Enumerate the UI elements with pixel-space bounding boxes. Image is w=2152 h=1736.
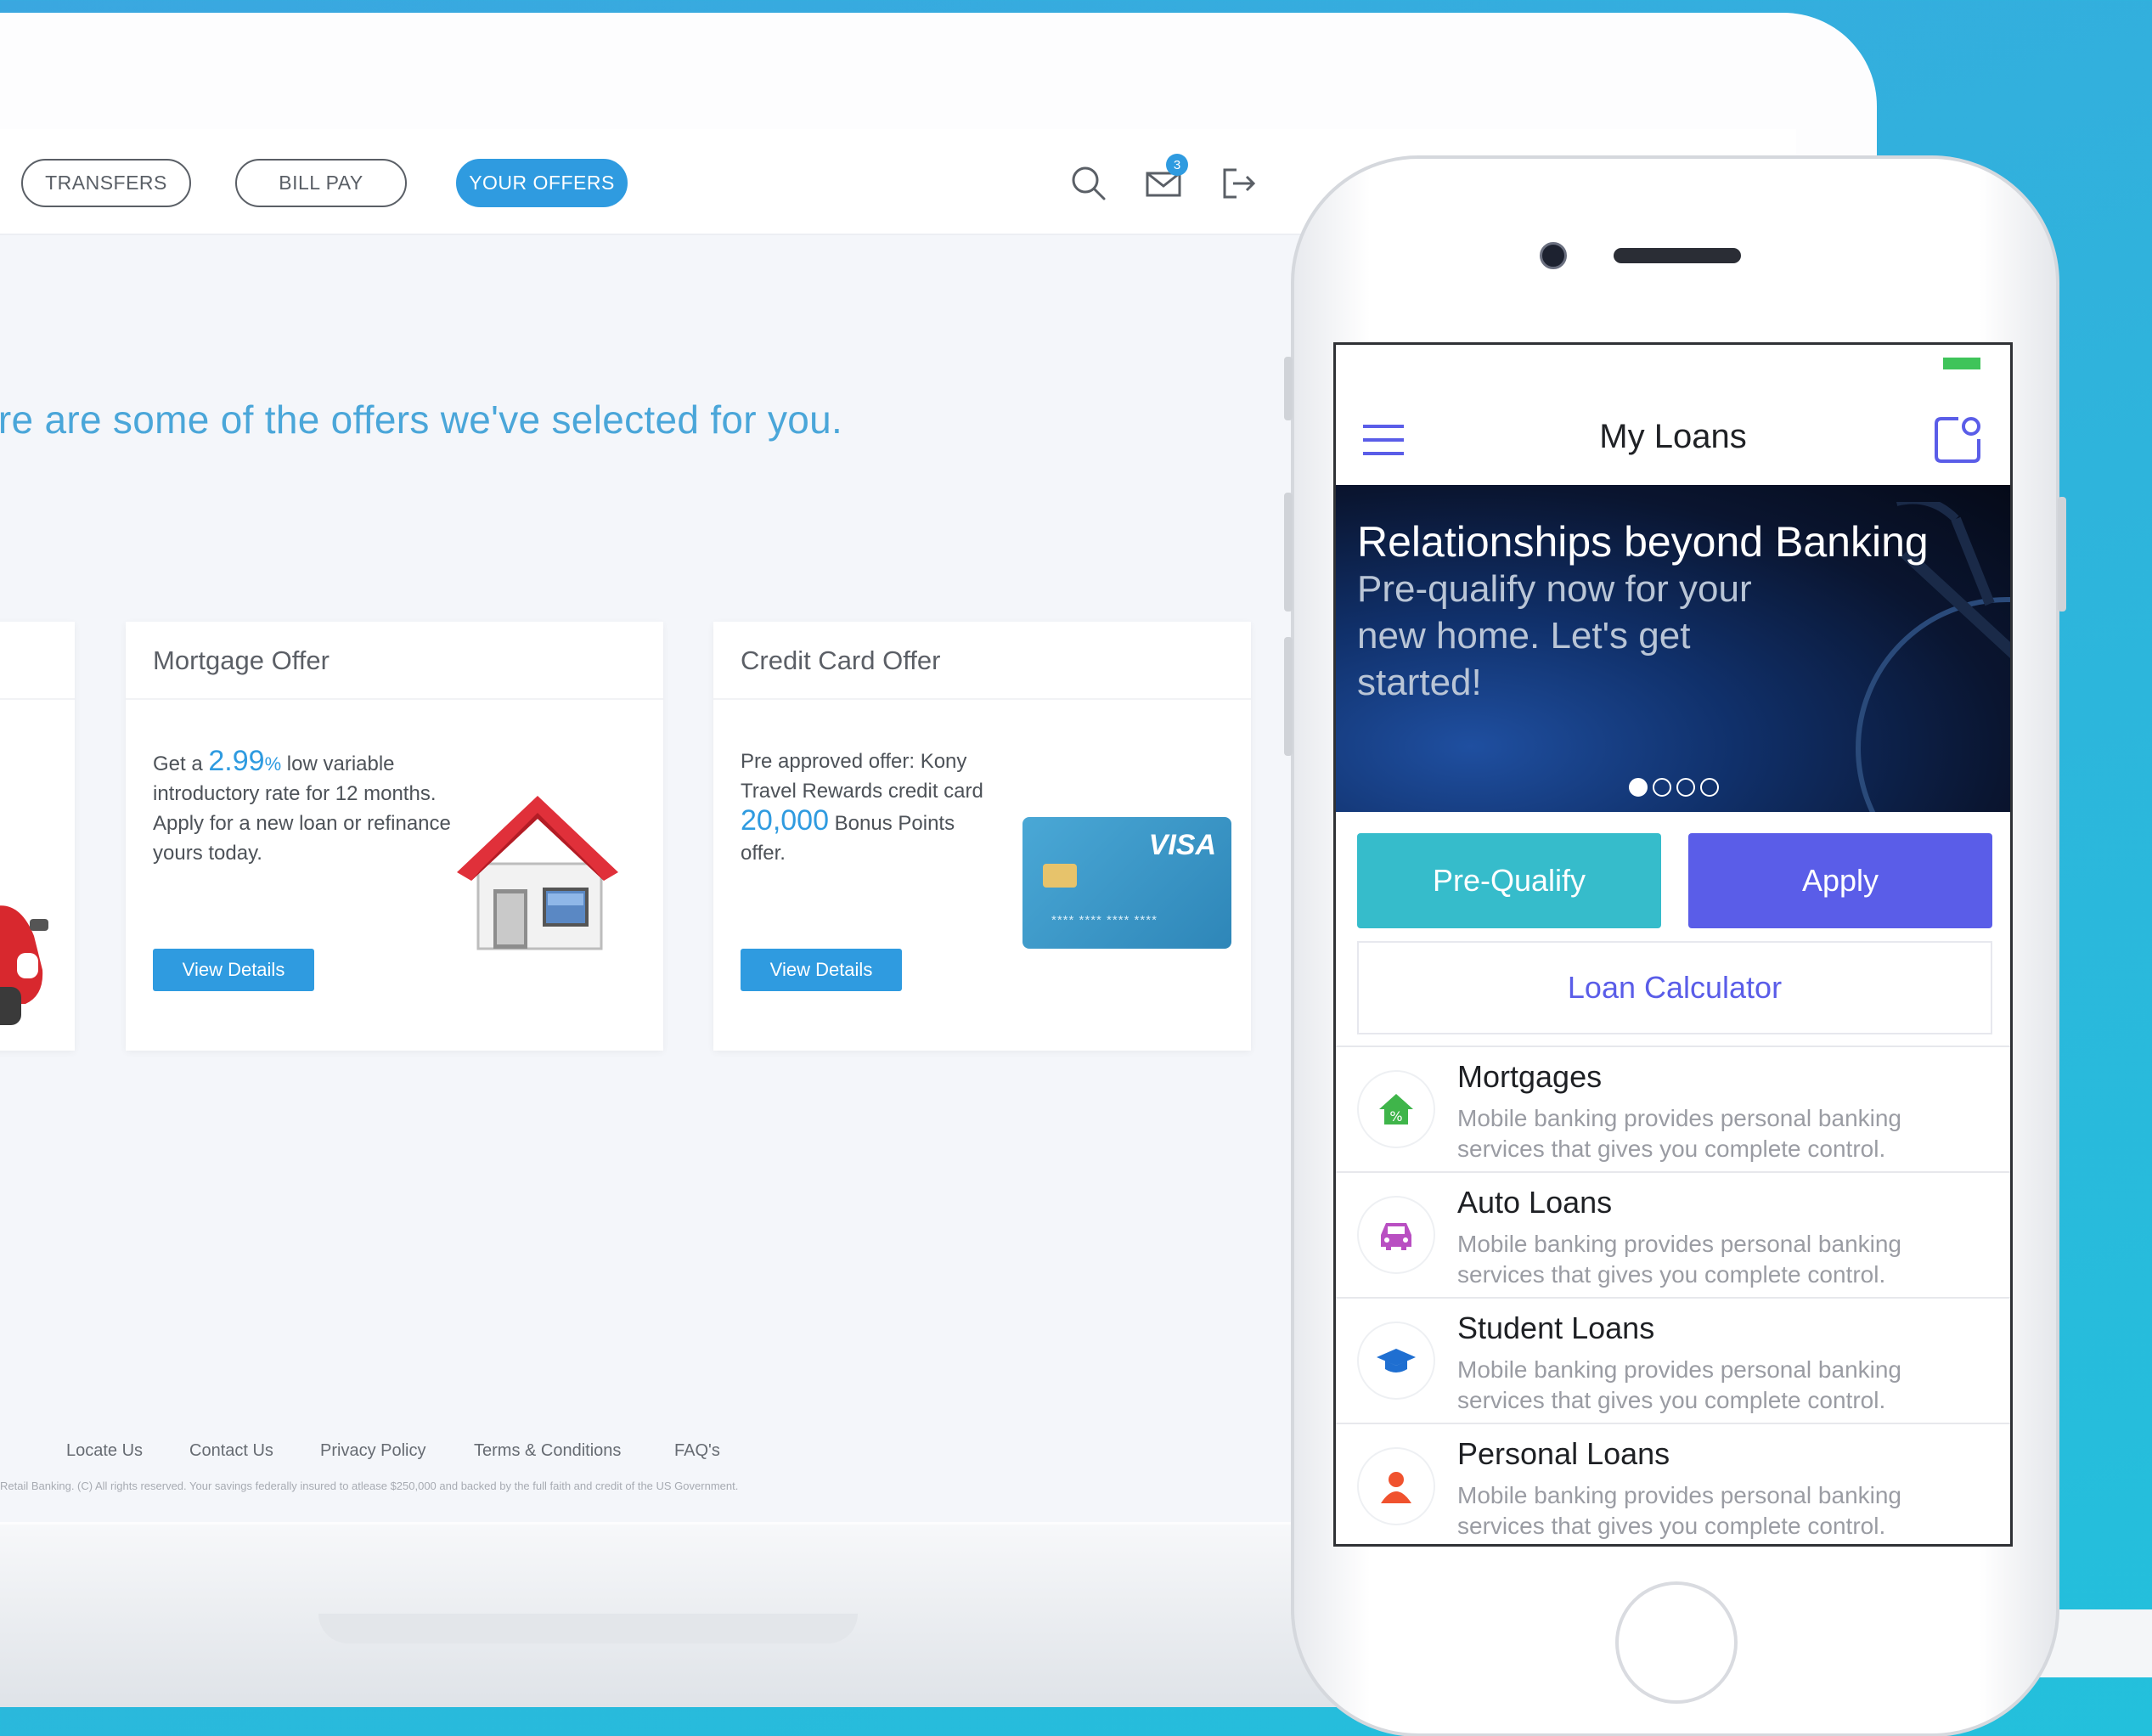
promo-banner[interactable]: Relationships beyond Banking Pre-qualify…	[1336, 485, 2010, 812]
credit-card-offer-text: Pre approved offer: Kony Travel Rewards …	[741, 747, 987, 868]
auto-offer-card	[0, 622, 75, 1051]
nav-your-offers-button[interactable]: YOUR OFFERS	[456, 159, 628, 207]
carousel-dot[interactable]	[1653, 778, 1671, 797]
carousel-dot[interactable]	[1629, 778, 1648, 797]
banner-title: Relationships beyond Banking	[1357, 518, 1929, 566]
visa-card-illustration: VISA **** **** **** ****	[1022, 817, 1231, 949]
loan-calculator-button[interactable]: Loan Calculator	[1357, 941, 1992, 1034]
loan-icon-circle	[1357, 1196, 1435, 1274]
offer-text-pre: Pre approved offer: Kony Travel Rewards …	[741, 750, 983, 803]
card-brand: VISA	[1148, 829, 1216, 861]
credit-card-view-details-button[interactable]: View Details	[741, 949, 902, 991]
carousel-dots	[1629, 778, 1719, 797]
search-icon[interactable]	[1068, 163, 1109, 204]
offer-rate-unit: %	[264, 753, 282, 775]
loan-description: Mobile banking provides personal banking…	[1457, 1482, 1902, 1539]
loan-icon-circle	[1357, 1447, 1435, 1525]
laptop-foot	[318, 1614, 858, 1643]
apply-button[interactable]: Apply	[1688, 833, 1992, 928]
loan-title: Mortgages	[1457, 1059, 1603, 1094]
footer-copyright: Retail Banking. (C) All rights reserved.…	[0, 1480, 739, 1492]
phone-home-button[interactable]	[1615, 1581, 1738, 1704]
loan-description: Mobile banking provides personal banking…	[1457, 1105, 1902, 1162]
loan-icon-circle: %	[1357, 1070, 1435, 1148]
card-divider	[713, 698, 1251, 700]
offer-points: 20,000	[741, 804, 829, 837]
carousel-dot[interactable]	[1676, 778, 1695, 797]
mortgage-view-details-button[interactable]: View Details	[153, 949, 314, 991]
loan-icon-circle	[1357, 1322, 1435, 1400]
person-icon	[1381, 1472, 1411, 1503]
loan-title: Auto Loans	[1457, 1185, 1613, 1220]
carousel-dot[interactable]	[1700, 778, 1719, 797]
footer-link-contact-us[interactable]: Contact Us	[189, 1441, 273, 1461]
loan-description: Mobile banking provides personal banking…	[1457, 1231, 1902, 1288]
loan-item-auto[interactable]: Auto Loans Mobile banking provides perso…	[1336, 1171, 2010, 1297]
phone-power-button	[2058, 497, 2066, 612]
house-illustration	[457, 796, 618, 950]
status-bar	[1336, 345, 2010, 379]
footer-link-locate-us[interactable]: Locate Us	[66, 1441, 143, 1461]
nav-transfers-button[interactable]: TRANSFERS	[21, 159, 191, 207]
app-title: My Loans	[1599, 418, 1747, 455]
car-icon	[1381, 1223, 1411, 1250]
footer-link-terms[interactable]: Terms & Conditions	[474, 1441, 621, 1461]
battery-indicator	[1943, 358, 1980, 369]
svg-text:%: %	[1389, 1108, 1402, 1124]
phone-volume-up	[1284, 493, 1293, 612]
offer-rate: 2.99	[208, 745, 265, 777]
phone-mute-switch	[1284, 357, 1293, 420]
loan-item-mortgages[interactable]: % Mortgages Mobile banking provides pers…	[1336, 1046, 2010, 1171]
car-illustration	[0, 905, 48, 1025]
house-percent-icon: %	[1379, 1094, 1413, 1124]
nav-bill-pay-button[interactable]: BILL PAY	[235, 159, 407, 207]
mortgage-offer-text: Get a 2.99% low variable introductory ra…	[153, 747, 467, 868]
card-divider	[126, 698, 663, 700]
card-chip	[1043, 864, 1077, 888]
offer-text-pre: Get a	[153, 752, 209, 775]
card-divider	[0, 698, 75, 700]
credit-card-offer-card: Credit Card Offer Pre approved offer: Ko…	[713, 622, 1251, 1051]
loan-title: Personal Loans	[1457, 1436, 1670, 1471]
phone-speaker	[1614, 248, 1741, 263]
phone-camera	[1540, 242, 1567, 269]
phone-volume-down	[1284, 637, 1293, 756]
loan-item-student[interactable]: Student Loans Mobile banking provides pe…	[1336, 1297, 2010, 1423]
graduation-cap-icon	[1377, 1349, 1416, 1372]
notification-icon[interactable]	[1933, 415, 1982, 465]
logout-icon[interactable]	[1218, 163, 1259, 204]
card-title: Mortgage Offer	[153, 645, 330, 675]
mortgage-offer-card: Mortgage Offer Get a 2.99% low variable …	[126, 622, 663, 1051]
loan-item-personal[interactable]: Personal Loans Mobile banking provides p…	[1336, 1423, 2010, 1544]
footer-link-privacy-policy[interactable]: Privacy Policy	[320, 1441, 425, 1461]
offers-headline: ere are some of the offers we've selecte…	[0, 397, 843, 442]
phone-screen: My Loans Relationships beyond Banking Pr…	[1333, 342, 2013, 1547]
loan-description: Mobile banking provides personal banking…	[1457, 1356, 1902, 1413]
card-number: **** **** **** ****	[1051, 913, 1158, 927]
footer-link-faqs[interactable]: FAQ's	[674, 1441, 720, 1461]
banner-subtitle: Pre-qualify now for your new home. Let's…	[1357, 568, 1752, 703]
pre-qualify-button[interactable]: Pre-Qualify	[1357, 833, 1661, 928]
card-title: Credit Card Offer	[741, 645, 941, 675]
loan-title: Student Loans	[1457, 1310, 1655, 1345]
mail-count-badge: 3	[1166, 154, 1188, 176]
